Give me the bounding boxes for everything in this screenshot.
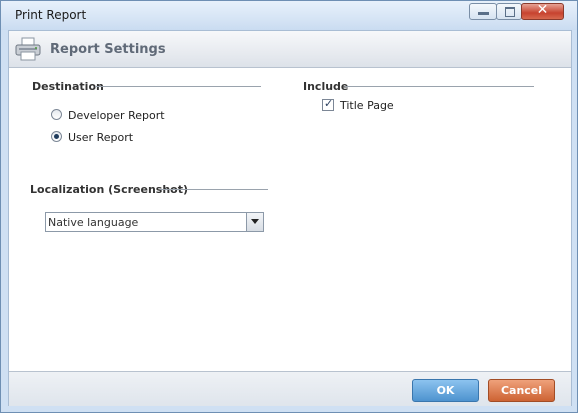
title-bar[interactable]: Print Report ✕ bbox=[1, 1, 577, 30]
ok-button[interactable]: OK bbox=[412, 379, 479, 402]
radio-developer-report-label[interactable]: Developer Report bbox=[68, 109, 165, 122]
chevron-down-icon bbox=[251, 219, 259, 224]
include-section-label: Include bbox=[303, 80, 349, 93]
cancel-button[interactable]: Cancel bbox=[488, 379, 555, 402]
check-icon: ✓ bbox=[324, 97, 334, 110]
include-divider bbox=[345, 86, 534, 87]
radio-developer-report[interactable] bbox=[51, 109, 62, 120]
print-report-dialog: Print Report ✕ Report Settings Destinati… bbox=[0, 0, 578, 413]
localization-divider bbox=[160, 189, 268, 190]
radio-user-report-label[interactable]: User Report bbox=[68, 131, 133, 144]
destination-divider bbox=[95, 86, 261, 87]
close-button[interactable]: ✕ bbox=[521, 2, 564, 20]
minimize-button[interactable] bbox=[469, 3, 497, 20]
localization-select-value: Native language bbox=[48, 216, 139, 229]
title-page-label[interactable]: Title Page bbox=[340, 99, 394, 112]
printer-icon bbox=[15, 37, 41, 61]
maximize-button[interactable] bbox=[496, 3, 522, 20]
window-title: Print Report bbox=[15, 8, 87, 22]
close-icon: ✕ bbox=[536, 2, 549, 18]
localization-select[interactable]: Native language bbox=[45, 212, 264, 232]
dialog-body: Report Settings Destination Developer Re… bbox=[8, 30, 572, 406]
dropdown-button[interactable] bbox=[246, 213, 263, 231]
maximize-icon bbox=[505, 7, 515, 17]
settings-header: Report Settings bbox=[9, 31, 571, 68]
dialog-footer: OK Cancel bbox=[9, 371, 571, 406]
radio-selected-dot bbox=[54, 134, 59, 139]
page-title: Report Settings bbox=[50, 42, 166, 57]
destination-section-label: Destination bbox=[32, 80, 104, 93]
title-page-checkbox[interactable]: ✓ bbox=[322, 97, 334, 111]
radio-user-report[interactable] bbox=[51, 131, 62, 142]
minimize-icon bbox=[478, 12, 489, 15]
